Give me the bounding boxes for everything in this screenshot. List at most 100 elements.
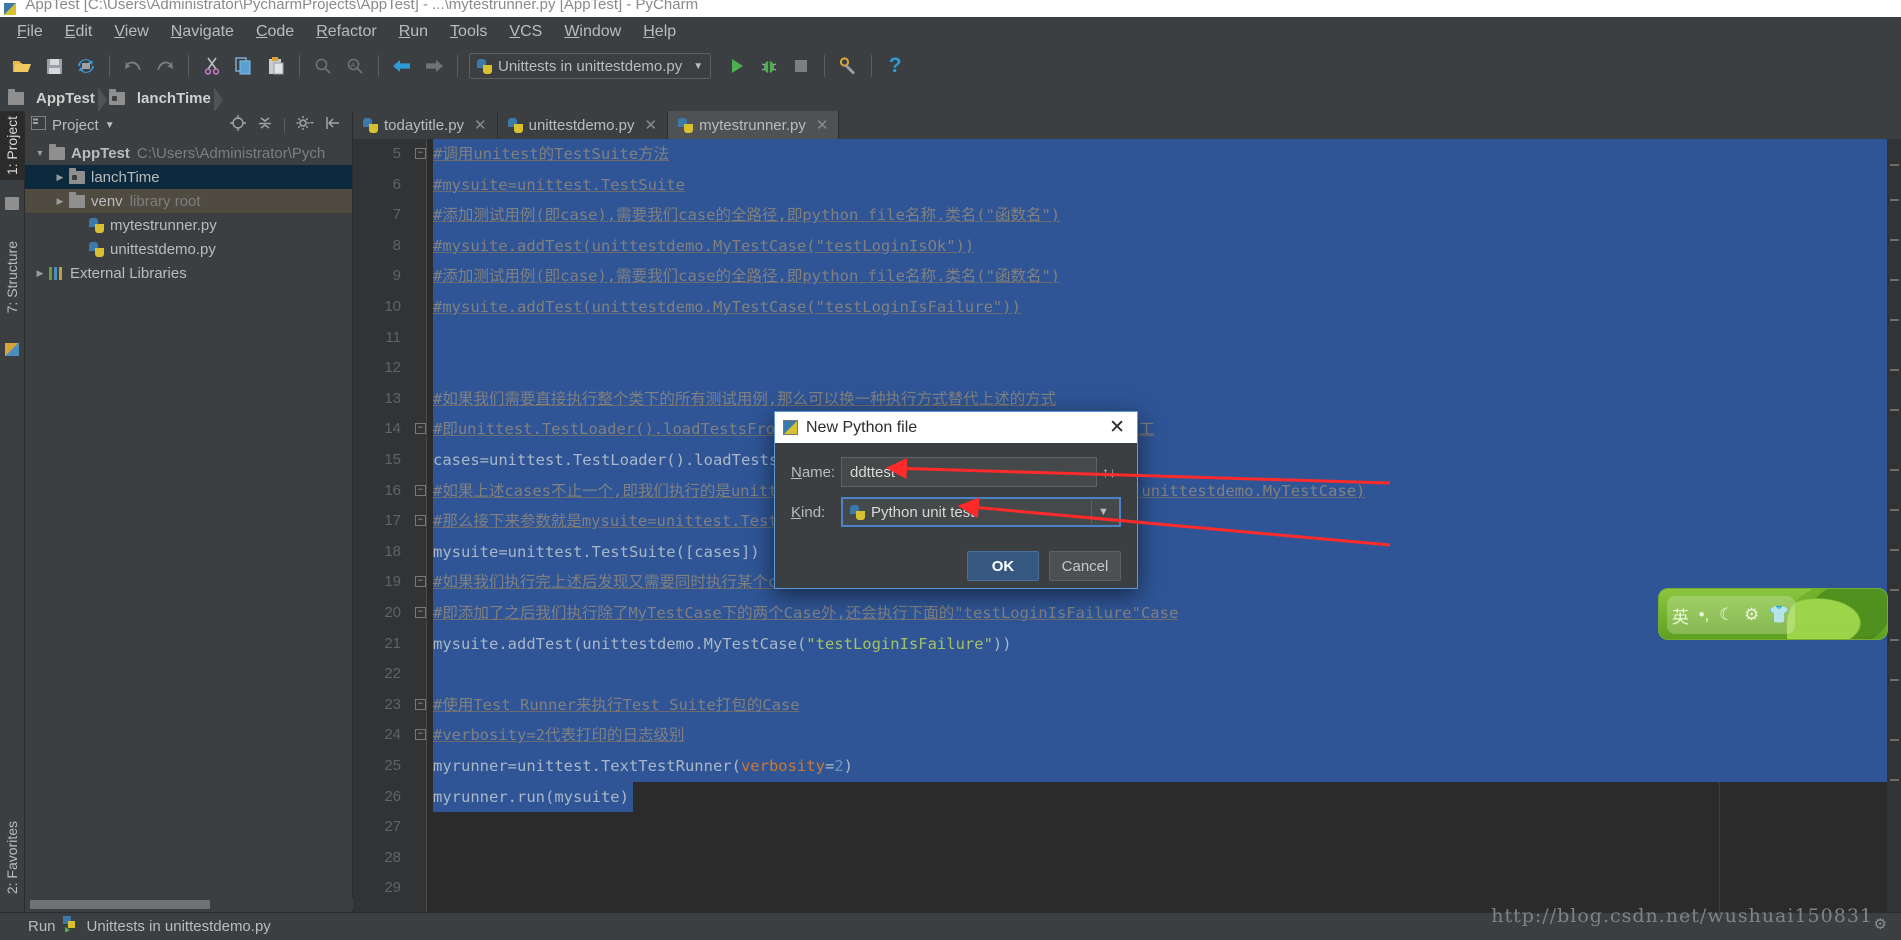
- code-line[interactable]: 10 #mysuite.addTest(unittestdemo.MyTestCa…: [353, 292, 1901, 323]
- code-line[interactable]: 6 #mysuite=unittest.TestSuite: [353, 169, 1901, 201]
- gear-icon[interactable]: [296, 115, 314, 136]
- project-tree[interactable]: ▼ AppTest C:\Users\Administrator\Pych ▶ lanc…: [25, 139, 352, 285]
- fold-expand-icon[interactable]: −: [415, 698, 426, 710]
- menu-item-vcs[interactable]: VCS: [498, 20, 553, 44]
- history-updown-icon[interactable]: ↑↓: [1097, 464, 1121, 480]
- code-line[interactable]: 24 − #verbosity=2代表打印的日志级别: [353, 720, 1901, 751]
- fold-expand-icon[interactable]: −: [415, 423, 426, 435]
- fold-expand-icon[interactable]: −: [415, 576, 426, 588]
- ime-key[interactable]: 👕: [1769, 605, 1790, 625]
- code-line[interactable]: 27: [353, 812, 1901, 843]
- menu-item-window[interactable]: Window: [553, 20, 632, 44]
- help-icon[interactable]: ?: [879, 51, 911, 81]
- error-stripe-mark[interactable]: [1890, 164, 1899, 166]
- chevron-down-icon[interactable]: ▼: [1091, 500, 1115, 524]
- ok-button[interactable]: OK: [967, 551, 1039, 581]
- error-stripe-mark[interactable]: [1890, 549, 1899, 551]
- paste-icon[interactable]: [260, 51, 292, 81]
- settings-wrench-icon[interactable]: [832, 51, 864, 81]
- menu-item-navigate[interactable]: Navigate: [160, 20, 245, 44]
- redo-icon[interactable]: [149, 51, 181, 81]
- ime-toolbar[interactable]: 英 •, ☾ ⚙ 👕: [1658, 588, 1888, 640]
- new-python-file-dialog[interactable]: New Python file ✕ Name: ddttest ↑↓ Kind:…: [774, 411, 1138, 589]
- menu-item-view[interactable]: View: [103, 20, 159, 44]
- chevron-right-icon[interactable]: ▶: [31, 268, 49, 279]
- chevron-down-icon[interactable]: ▼: [105, 120, 115, 131]
- kind-select[interactable]: Python unit test ▼: [841, 497, 1121, 527]
- status-config-text[interactable]: Unittests in unittestdemo.py: [87, 918, 271, 935]
- error-stripe-mark[interactable]: [1890, 469, 1899, 471]
- tree-item-lanchtime[interactable]: ▶ lanchTime: [25, 165, 352, 189]
- breadcrumb-item-apptest[interactable]: AppTest: [8, 86, 109, 113]
- open-folder-icon[interactable]: [6, 51, 38, 81]
- error-stripe-mark[interactable]: [1890, 279, 1899, 281]
- error-stripe-mark[interactable]: [1890, 199, 1899, 201]
- debug-button[interactable]: [753, 51, 785, 81]
- ime-buttons[interactable]: 英 •, ☾ ⚙ 👕: [1667, 596, 1795, 634]
- code-line[interactable]: 13 #如果我们需要直接执行整个类下的所有测试用例,那么可以换一种执行方式替代上述…: [353, 383, 1901, 415]
- chevron-down-icon[interactable]: ▼: [31, 148, 49, 158]
- project-horizontal-scrollbar[interactable]: [25, 898, 353, 910]
- code-line[interactable]: 7 #添加测试用例(即case),需要我们case的全路径,即python fil…: [353, 200, 1901, 231]
- collapse-all-icon[interactable]: [257, 115, 273, 136]
- name-input[interactable]: ddttest: [841, 457, 1097, 487]
- ime-key[interactable]: •,: [1699, 605, 1710, 625]
- run-configuration-selector[interactable]: Unittests in unittestdemo.py ▼: [469, 53, 712, 79]
- code-line[interactable]: 26 myrunner.run(mysuite): [353, 781, 1901, 813]
- close-icon[interactable]: ✕: [816, 116, 829, 134]
- code-line[interactable]: 9 #添加测试用例(即case),需要我们case的全路径,即python fil…: [353, 261, 1901, 292]
- close-icon[interactable]: ✕: [474, 116, 487, 134]
- error-stripe-gutter[interactable]: [1887, 139, 1901, 916]
- status-run-label[interactable]: Run: [28, 918, 56, 935]
- copy-icon[interactable]: [228, 51, 260, 81]
- ime-key[interactable]: ☾: [1719, 605, 1734, 625]
- hide-panel-icon[interactable]: [325, 116, 341, 135]
- code-line[interactable]: 28: [353, 843, 1901, 874]
- fold-expand-icon[interactable]: −: [415, 515, 426, 527]
- breadcrumb-item-lanchtime[interactable]: lanchTime: [108, 86, 225, 113]
- code-line[interactable]: 25 myrunner=unittest.TextTestRunner(verbo…: [353, 751, 1901, 782]
- cut-icon[interactable]: [196, 51, 228, 81]
- stop-button[interactable]: [785, 51, 817, 81]
- tree-item-venv[interactable]: ▶ venv library root: [25, 189, 352, 213]
- gear-icon[interactable]: ⚙: [1874, 915, 1887, 933]
- code-line[interactable]: 23 − #使用Test Runner来执行Test Suite打包的Case: [353, 689, 1901, 721]
- tree-item-apptest[interactable]: ▼ AppTest C:\Users\Administrator\Pych: [25, 141, 352, 165]
- code-line[interactable]: 12: [353, 353, 1901, 384]
- menu-item-edit[interactable]: Edit: [54, 20, 104, 44]
- fold-expand-icon[interactable]: −: [415, 607, 426, 618]
- menu-item-tools[interactable]: Tools: [439, 20, 498, 44]
- editor-tab-todaytitle-py[interactable]: todaytitle.py ✕: [353, 111, 498, 139]
- save-icon[interactable]: [38, 51, 70, 81]
- chevron-right-icon[interactable]: ▶: [51, 196, 69, 207]
- window-controls[interactable]: [1711, 0, 1901, 17]
- run-button[interactable]: [721, 51, 753, 81]
- menu-item-refactor[interactable]: Refactor: [305, 20, 387, 44]
- fold-expand-icon[interactable]: −: [415, 729, 426, 741]
- undo-icon[interactable]: [117, 51, 149, 81]
- editor-tab-unittestdemo-py[interactable]: unittestdemo.py ✕: [497, 111, 669, 139]
- error-stripe-mark[interactable]: [1890, 739, 1899, 741]
- code-line[interactable]: 22: [353, 659, 1901, 690]
- code-line[interactable]: 29: [353, 873, 1901, 904]
- find-usages-icon[interactable]: A: [339, 51, 371, 81]
- tree-item-mytestrunner-py[interactable]: mytestrunner.py: [25, 213, 352, 237]
- close-icon[interactable]: ✕: [645, 116, 658, 134]
- ime-key[interactable]: 英: [1672, 603, 1689, 628]
- sidebar-item-favorites[interactable]: 2: Favorites: [0, 816, 24, 899]
- close-icon[interactable]: ✕: [1105, 418, 1129, 437]
- error-stripe-mark[interactable]: [1890, 319, 1899, 321]
- code-line[interactable]: 11: [353, 322, 1901, 354]
- ime-key[interactable]: ⚙: [1744, 605, 1759, 625]
- error-stripe-mark[interactable]: [1890, 779, 1899, 781]
- error-stripe-mark[interactable]: [1890, 589, 1899, 591]
- cancel-button[interactable]: Cancel: [1049, 551, 1121, 581]
- sidebar-item-project[interactable]: 1: Project: [0, 111, 24, 181]
- fold-expand-icon[interactable]: −: [415, 484, 426, 496]
- find-icon[interactable]: [307, 51, 339, 81]
- menu-item-file[interactable]: File: [6, 20, 54, 44]
- target-icon[interactable]: [230, 114, 246, 136]
- error-stripe-mark[interactable]: [1890, 509, 1899, 511]
- tree-item-external-libraries[interactable]: ▶ External Libraries: [25, 261, 352, 285]
- back-icon[interactable]: [386, 51, 418, 81]
